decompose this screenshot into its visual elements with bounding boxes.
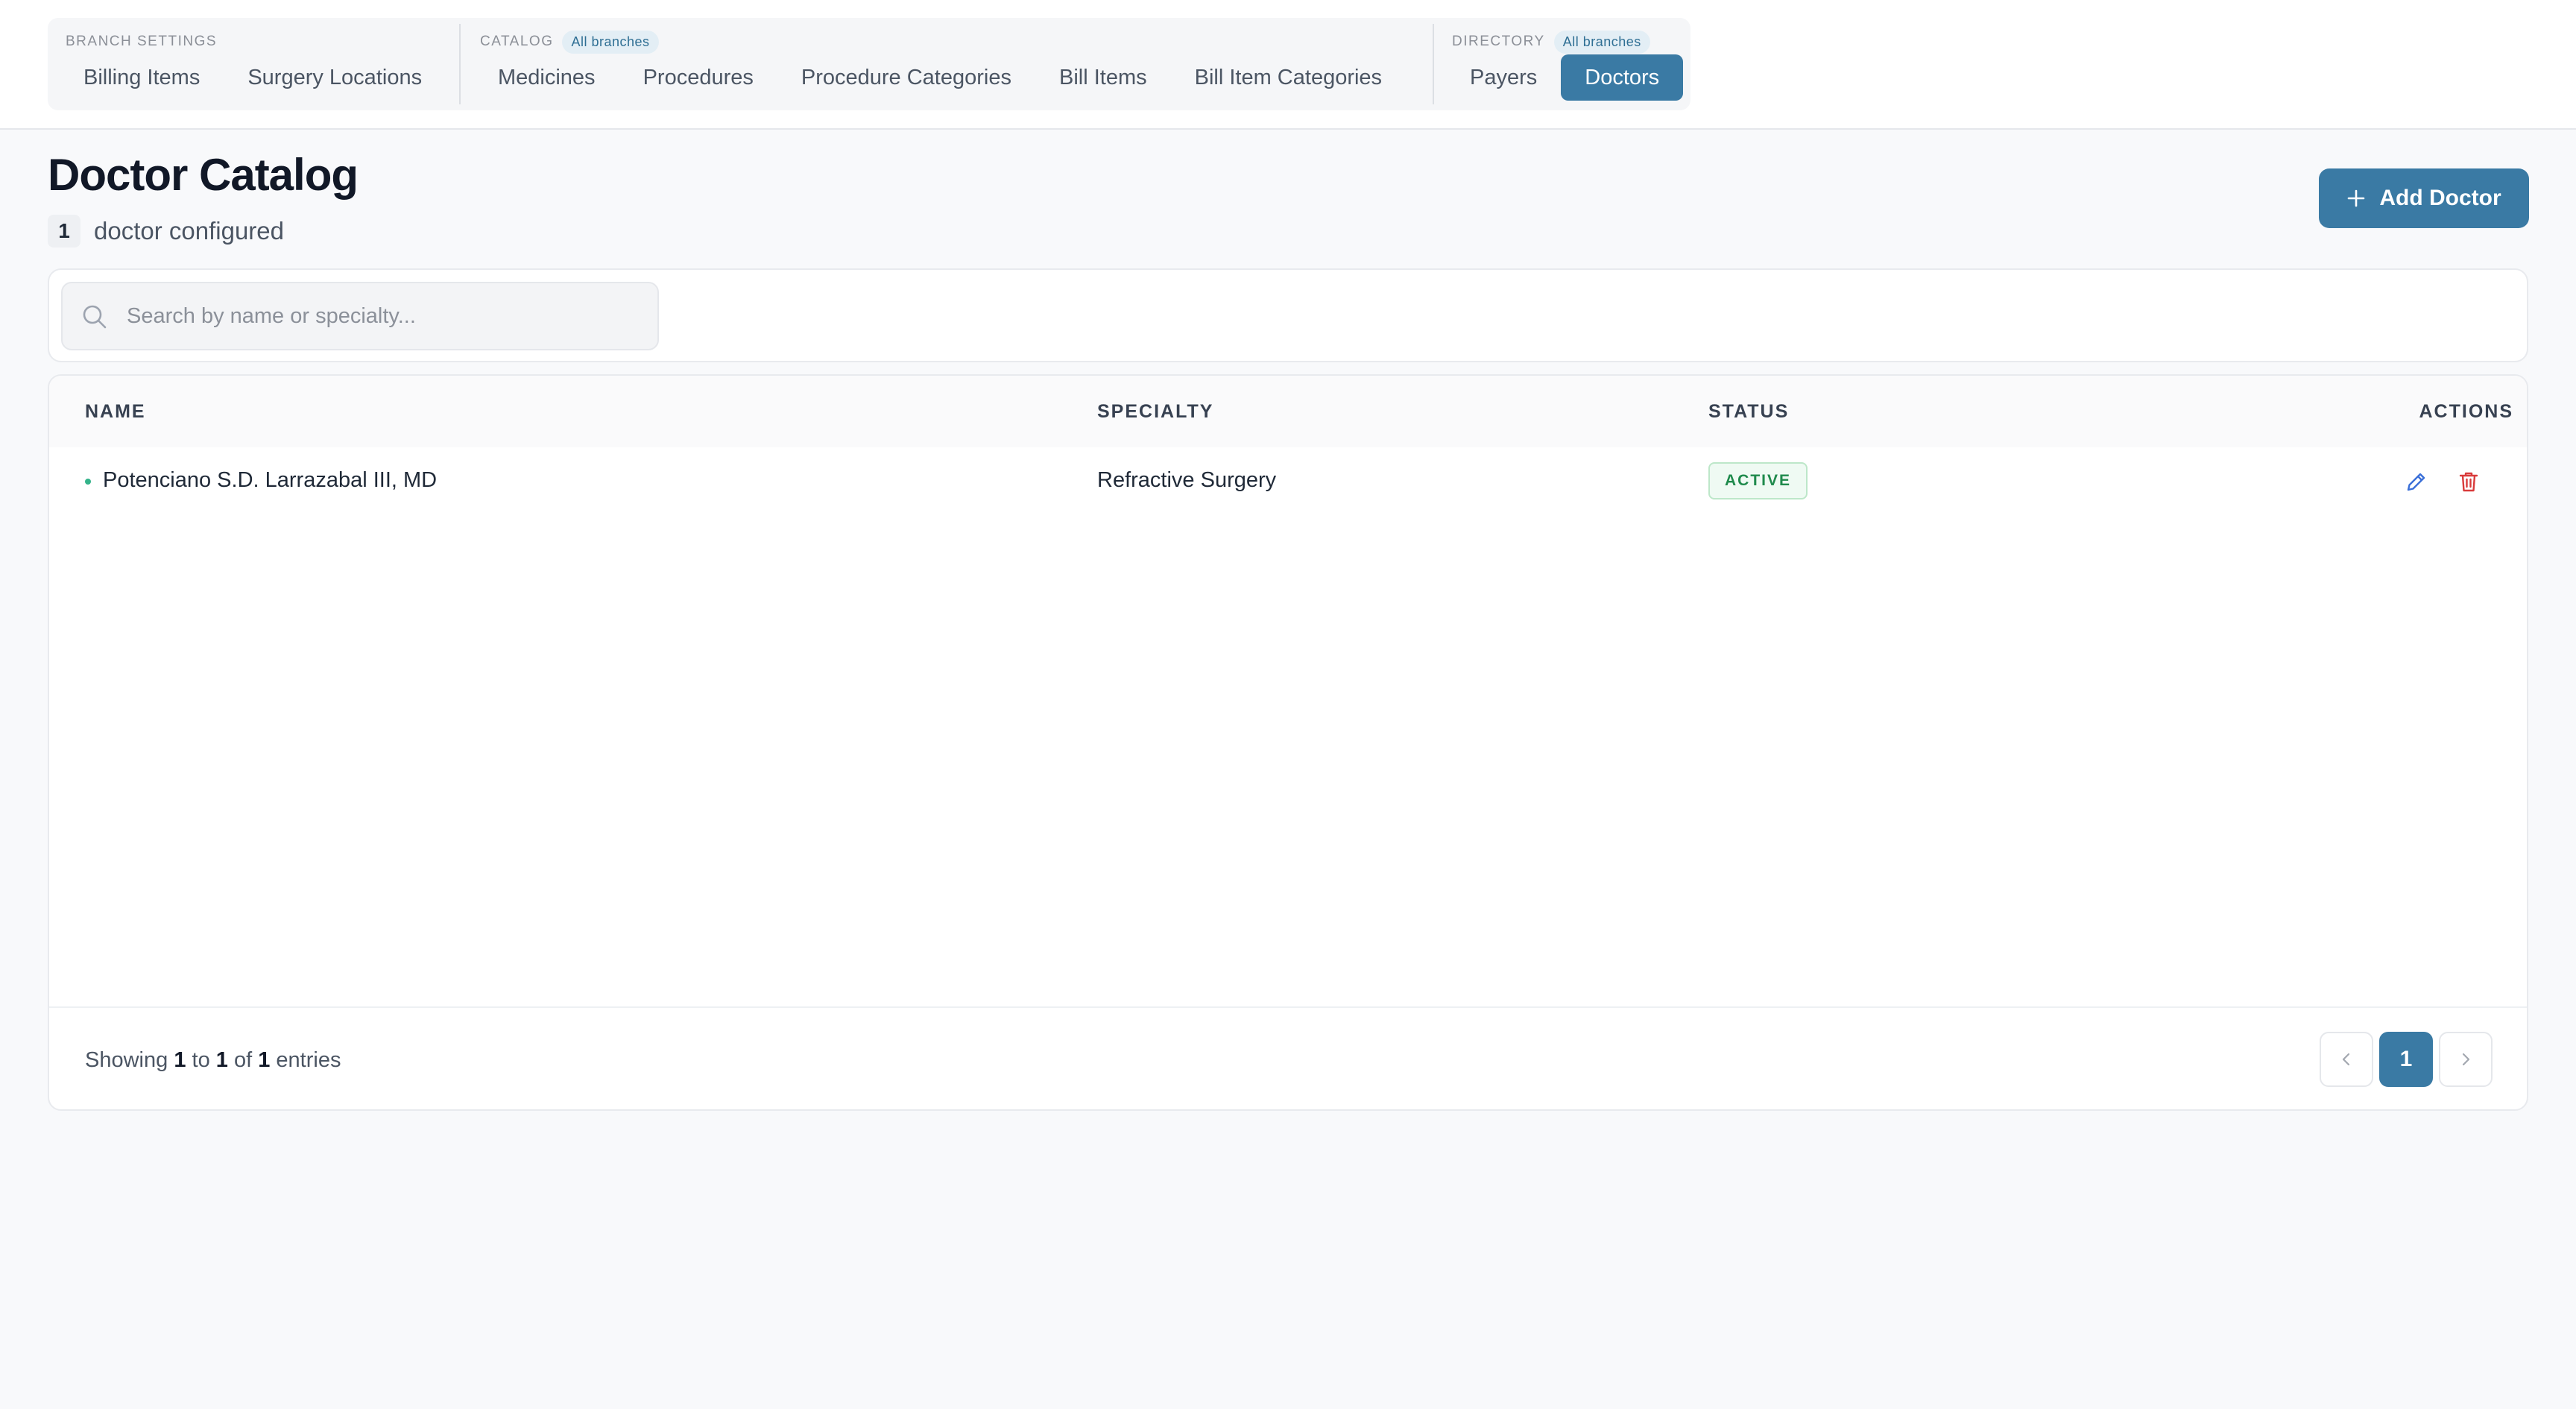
doctor-name: Potenciano S.D. Larrazabal III, MD <box>103 468 438 492</box>
plus-icon <box>2348 189 2365 207</box>
nav-group-items: Payers Doctors <box>1446 54 1684 101</box>
page-button-current[interactable]: 1 <box>2379 1032 2433 1087</box>
status-dot <box>85 479 91 485</box>
column-header-name[interactable]: NAME <box>85 401 146 423</box>
scope-badge: All branches <box>1553 30 1650 54</box>
nav-item-procedures[interactable]: Procedures <box>619 54 777 101</box>
nav-group-title: DIRECTORY <box>1452 34 1545 49</box>
summary-suffix: entries <box>276 1048 341 1072</box>
nav-group-heading: CATALOG All branches <box>480 28 659 55</box>
nav-item-medicines[interactable]: Medicines <box>474 54 619 101</box>
nav-divider <box>459 24 461 104</box>
nav-group-heading: BRANCH SETTINGS <box>66 28 217 55</box>
nav-group-items: Medicines Procedures Procedure Categorie… <box>474 54 1406 101</box>
pagination-summary: Showing 1 to 1 of 1 entries <box>85 1048 341 1073</box>
nav-group-directory: DIRECTORY All branches Payers Doctors <box>1434 18 1690 110</box>
nav-item-billing-items[interactable]: Billing Items <box>60 54 224 101</box>
chevron-left-icon <box>2342 1053 2350 1066</box>
nav-group-heading: DIRECTORY All branches <box>1452 28 1650 55</box>
nav-group-title: CATALOG <box>480 34 554 49</box>
nav-group-items: Billing Items Surgery Locations <box>60 54 446 101</box>
nav-item-surgery-locations[interactable]: Surgery Locations <box>224 54 446 101</box>
nav-item-payers[interactable]: Payers <box>1446 54 1561 101</box>
nav-group-title: BRANCH SETTINGS <box>66 34 218 49</box>
doctor-count: 1 <box>48 215 80 248</box>
app-frame: BRANCH SETTINGS Billing Items Surgery Lo… <box>0 0 2576 1409</box>
column-header-specialty[interactable]: SPECIALTY <box>1097 401 1213 423</box>
page-title: Doctor Catalog <box>48 150 359 200</box>
add-doctor-label: Add Doctor <box>2379 186 2501 210</box>
doctor-count-label: doctor configured <box>94 217 284 245</box>
nav-group-catalog: CATALOG All branches Medicines Procedure… <box>462 18 1431 110</box>
nav-item-bill-items[interactable]: Bill Items <box>1035 54 1171 101</box>
summary-to-word: to <box>192 1048 210 1072</box>
previous-page-button[interactable] <box>2320 1032 2373 1087</box>
search-panel <box>48 268 2528 362</box>
edit-button[interactable] <box>2400 465 2433 498</box>
doctor-specialty: Refractive Surgery <box>1097 468 1277 492</box>
search-input[interactable] <box>127 283 648 349</box>
scope-badge: All branches <box>562 30 659 54</box>
next-page-button[interactable] <box>2439 1032 2493 1087</box>
table-row[interactable]: Potenciano S.D. Larrazabal III, MD Refra… <box>49 447 2527 516</box>
nav-item-bill-item-categories[interactable]: Bill Item Categories <box>1171 54 1406 101</box>
chevron-right-icon <box>2462 1053 2470 1066</box>
trash-icon <box>2459 472 2478 492</box>
delete-button[interactable] <box>2452 465 2485 498</box>
nav-item-procedure-categories[interactable]: Procedure Categories <box>777 54 1035 101</box>
search-field[interactable] <box>61 282 659 350</box>
summary-prefix: Showing <box>85 1048 168 1072</box>
search-icon <box>83 305 107 329</box>
settings-nav: BRANCH SETTINGS Billing Items Surgery Lo… <box>48 18 1690 110</box>
table-footer: Showing 1 to 1 of 1 entries 1 <box>49 1006 2527 1109</box>
doctor-count-summary: 1 doctor configured <box>48 212 284 250</box>
add-doctor-button[interactable]: Add Doctor <box>2319 168 2529 228</box>
status-badge: ACTIVE <box>1708 462 1808 499</box>
column-header-status[interactable]: STATUS <box>1708 401 1789 423</box>
top-navigation-bar: BRANCH SETTINGS Billing Items Surgery Lo… <box>0 0 2576 130</box>
summary-of-word: of <box>233 1048 253 1072</box>
nav-group-branch-settings: BRANCH SETTINGS Billing Items Surgery Lo… <box>48 18 459 110</box>
doctors-table: NAME SPECIALTY STATUS ACTIONS Potenciano… <box>48 374 2528 1111</box>
column-header-actions: ACTIONS <box>2419 401 2513 422</box>
summary-from: 1 <box>174 1048 186 1072</box>
summary-total: 1 <box>258 1048 271 1072</box>
table-header: NAME SPECIALTY STATUS ACTIONS <box>49 376 2527 447</box>
summary-to: 1 <box>215 1048 228 1072</box>
edit-icon <box>2407 473 2425 491</box>
nav-item-doctors[interactable]: Doctors <box>1561 54 1684 101</box>
